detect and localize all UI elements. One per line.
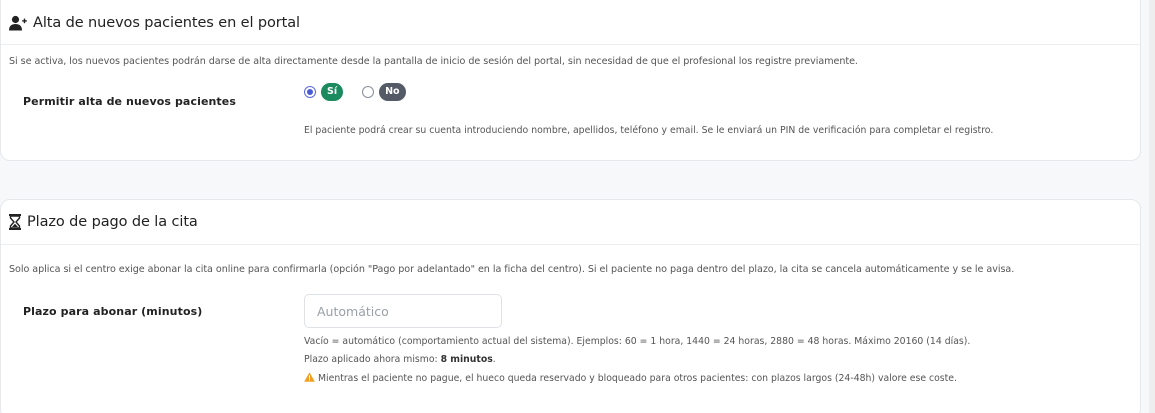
payment-deadline-header: Plazo de pago de la cita xyxy=(1,200,1140,245)
radio-yes[interactable] xyxy=(304,86,316,98)
payment-deadline-input[interactable] xyxy=(304,294,502,328)
portal-signup-title: Alta de nuevos pacientes en el portal xyxy=(33,14,300,31)
portal-signup-card: Alta de nuevos pacientes en el portal Si… xyxy=(0,0,1141,161)
allow-signup-help: El paciente podrá crear su cuenta introd… xyxy=(304,125,994,136)
applied-prefix: Plazo aplicado ahora mismo: xyxy=(304,354,441,365)
applied-deadline-text: Plazo aplicado ahora mismo: 8 minutos. xyxy=(304,354,496,365)
payment-deadline-help: Vacío = automático (comportamiento actua… xyxy=(304,336,971,347)
payment-deadline-card: Plazo de pago de la cita Solo aplica si … xyxy=(0,199,1141,413)
portal-signup-header: Alta de nuevos pacientes en el portal xyxy=(1,0,1140,45)
option-yes-label[interactable]: Sí xyxy=(321,83,344,101)
radio-no[interactable] xyxy=(362,86,375,98)
portal-signup-description: Si se activa, los nuevos pacientes podrá… xyxy=(9,56,858,67)
applied-suffix: . xyxy=(492,354,496,365)
scrollbar-track[interactable] xyxy=(1149,0,1155,413)
payment-deadline-label: Plazo para abonar (minutos) xyxy=(23,305,203,318)
option-no-label[interactable]: No xyxy=(379,83,406,101)
payment-deadline-title: Plazo de pago de la cita xyxy=(27,214,198,230)
payment-deadline-warning: Mientras el paciente no pague, el hueco … xyxy=(304,372,957,384)
payment-deadline-description: Solo aplica si el centro exige abonar la… xyxy=(9,264,1015,275)
allow-signup-label: Permitir alta de nuevos pacientes xyxy=(23,95,237,108)
allow-signup-radio-group: Sí No xyxy=(304,83,406,101)
warning-text: Mientras el paciente no pague, el hueco … xyxy=(318,373,957,384)
user-plus-icon xyxy=(9,15,27,31)
applied-value: 8 minutos xyxy=(440,354,493,365)
hourglass-icon xyxy=(9,214,21,230)
warning-icon xyxy=(304,372,315,382)
